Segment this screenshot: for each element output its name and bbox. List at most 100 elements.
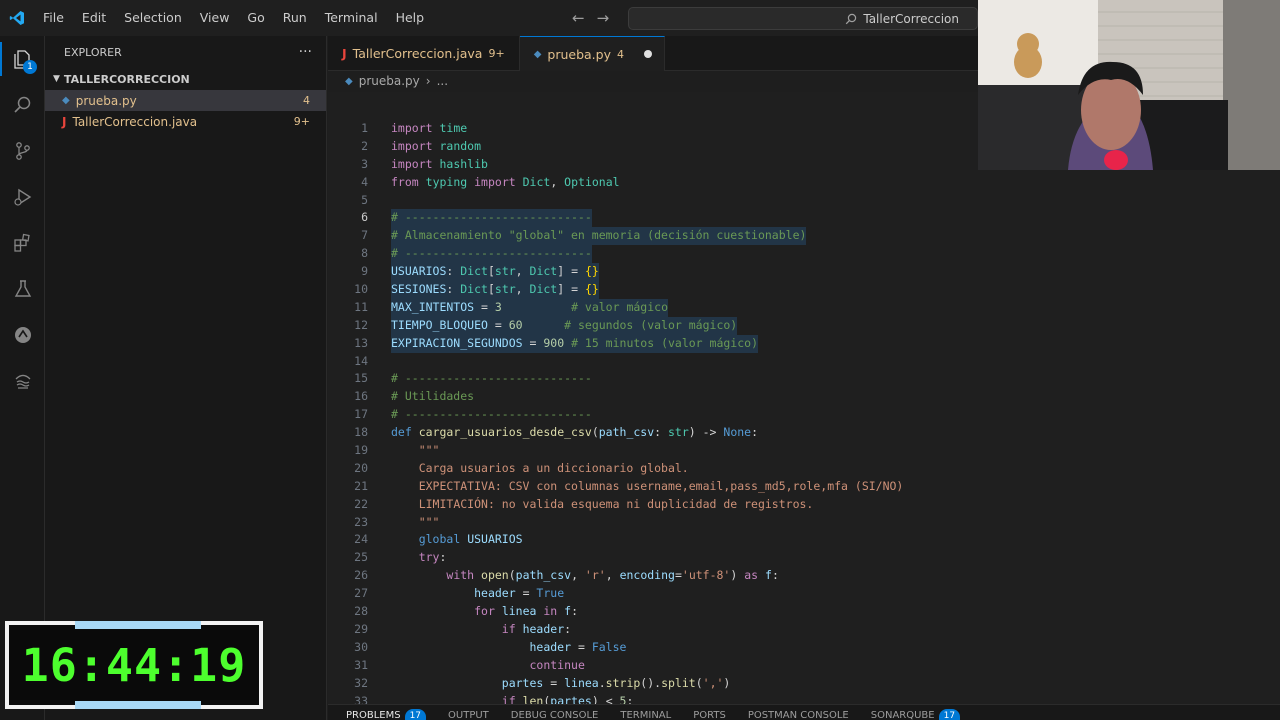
tab-output[interactable]: OUTPUT [448,705,489,720]
tab-sonarqube[interactable]: SONARQUBE 17 [871,705,961,720]
extensions-icon[interactable] [0,220,45,266]
tab-debug-console[interactable]: DEBUG CONSOLE [511,705,599,720]
code-token: # 15 minutos (valor mágico) [571,335,758,350]
breadcrumb-file[interactable]: prueba.py [359,74,420,88]
code-token: 3 [494,299,502,314]
source-control-icon[interactable] [0,128,45,174]
explorer-icon[interactable]: 1 [0,36,45,82]
menu-terminal[interactable]: Terminal [316,0,387,36]
code-line[interactable]: 4 from typing import Dict, Optional [328,174,980,192]
code-line[interactable]: 6 # --------------------------- [328,209,980,228]
menu-run[interactable]: Run [274,0,316,36]
line-content: # --------------------------- [391,406,592,424]
line-number: 31 [354,657,368,672]
menu-file[interactable]: File [34,0,73,36]
code-line[interactable]: 28 for linea in f: [328,603,980,621]
file-tallercorreccion-java[interactable]: J TallerCorreccion.java 9+ [45,111,326,132]
line-content: import time [391,120,467,138]
code-line[interactable]: 10 SESIONES: Dict[str, Dict] = {} [328,281,980,299]
line-number: 16 [354,389,368,404]
code-token: = [571,639,592,654]
back-arrow-icon[interactable]: ← [572,9,585,27]
code-line[interactable]: 16 # Utilidades [328,388,980,406]
code-line[interactable]: 8 # --------------------------- [328,245,980,264]
code-token: """ [418,514,440,529]
file-name: TallerCorreccion.java [72,114,198,129]
code-line[interactable]: 9 USUARIOS: Dict[str, Dict] = {} [328,263,980,282]
code-line[interactable]: 24 global USUARIOS [328,531,980,549]
code-token: , [515,264,530,279]
tab-ports[interactable]: PORTS [693,705,726,720]
line-content: from typing import Dict, Optional [391,174,620,192]
file-prueba-py[interactable]: ◆ prueba.py 4 [45,90,326,111]
code-token: : [626,693,634,705]
code-line[interactable]: 23 """ [328,514,980,532]
tab-terminal[interactable]: TERMINAL [620,705,671,720]
menu-view[interactable]: View [191,0,239,36]
remote-icon[interactable] [0,312,45,358]
code-line[interactable]: 20 Carga usuarios a un diccionario globa… [328,460,980,478]
tab-postman-console[interactable]: POSTMAN CONSOLE [748,705,849,720]
code-line[interactable]: 27 header = True [328,585,980,603]
code-token: # --------------------------- [391,210,592,225]
code-line[interactable]: 14 [328,353,980,371]
code-line[interactable]: 12 TIEMPO_BLOQUEO = 60 # segundos (valor … [328,316,980,335]
tab-problems[interactable]: PROBLEMS 17 [346,705,427,720]
code-line[interactable]: 22 LIMITACIÓN: no valida esquema ni dupl… [328,496,980,514]
code-line[interactable]: 11 MAX_INTENTOS = 3 # valor mágico [328,298,980,317]
code-line[interactable]: 18 def cargar_usuarios_desde_csv(path_csv… [328,424,980,442]
tab-tallercorreccion-java[interactable]: J TallerCorreccion.java 9+ [328,36,520,71]
code-token: str [494,282,516,297]
unsaved-dot-icon[interactable] [643,50,652,58]
code-line[interactable]: 32 partes = linea.strip().split(',') [328,675,980,693]
search-icon[interactable] [0,82,45,128]
file-name: prueba.py [75,93,137,108]
code-line[interactable]: 5 [328,192,980,210]
code-line[interactable]: 31 continue [328,657,980,675]
more-actions-icon[interactable]: ··· [299,44,312,60]
code-line[interactable]: 30 header = False [328,639,980,657]
code-token: str [668,425,689,440]
code-line[interactable]: 19 """ [328,442,980,460]
run-debug-icon[interactable] [0,174,45,220]
explorer-sidebar: EXPLORER ··· ▼ TALLERCORRECCION ◆ prueba… [45,36,327,720]
code-line[interactable]: 33 if len(partes) < 5: [328,693,980,705]
code-token: ) -> [688,425,724,440]
folder-tallercorreccion[interactable]: ▼ TALLERCORRECCION [45,68,326,90]
testing-icon[interactable] [0,266,45,312]
code-line[interactable]: 7 # Almacenamiento "global" en memoria (d… [328,227,980,246]
code-line[interactable]: 2 import random [328,138,980,156]
code-editor[interactable]: 1 import time 2 import random 3 import hashli… [328,92,980,704]
breadcrumb-rest[interactable]: ... [437,74,448,88]
code-token: # Utilidades [391,389,475,404]
tab-prueba-py[interactable]: ◆ prueba.py 4 [519,36,665,71]
code-line[interactable]: 26 with open(path_csv, 'r', encoding='ut… [328,567,980,585]
line-number: 13 [354,335,368,350]
code-token: 900 [543,335,565,350]
code-line[interactable]: 21 EXPECTATIVA: CSV con columnas usernam… [328,478,980,496]
menu-edit[interactable]: Edit [73,0,115,36]
menu-help[interactable]: Help [387,0,434,36]
sonar-icon[interactable] [0,358,45,404]
code-line[interactable]: 25 try: [328,549,980,567]
code-token: , [550,174,565,189]
command-center-search[interactable]: TallerCorreccion [628,7,978,30]
code-line[interactable]: 15 # --------------------------- [328,370,980,388]
code-line[interactable]: 1 import time [328,120,980,138]
forward-arrow-icon[interactable]: → [597,9,610,27]
code-token: header [474,586,516,601]
timer-overlay: 16:44:19 [5,621,263,709]
code-line[interactable]: 29 if header: [328,621,980,639]
code-line[interactable]: 3 import hashlib [328,156,980,174]
code-line[interactable]: 13 EXPIRACION_SEGUNDOS = 900 # 15 minutos… [328,334,980,353]
code-token: True [536,586,565,601]
menu-go[interactable]: Go [238,0,273,36]
menu-selection[interactable]: Selection [115,0,191,36]
line-number: 12 [354,317,368,332]
code-token: encoding [619,568,675,583]
code-line[interactable]: 17 # --------------------------- [328,406,980,424]
